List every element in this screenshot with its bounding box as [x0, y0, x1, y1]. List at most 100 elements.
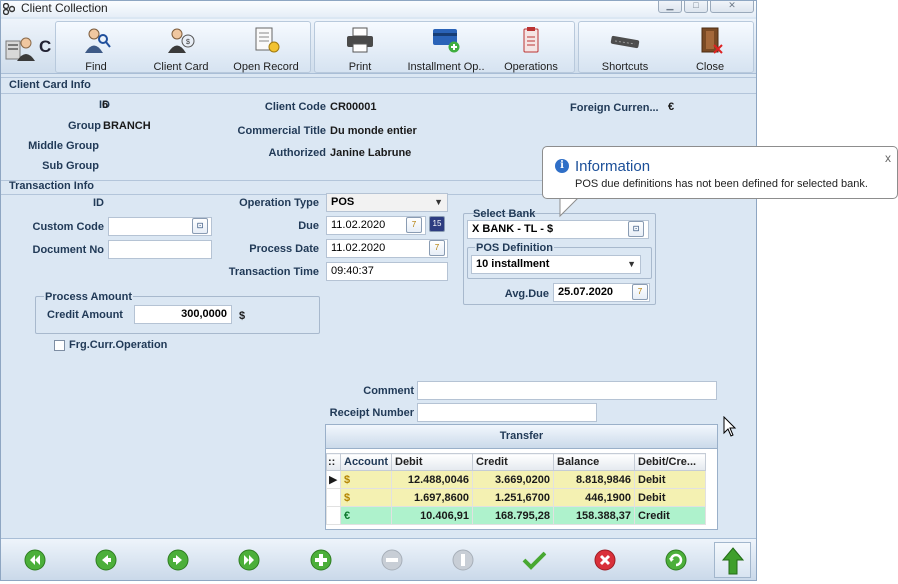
installment-operations-label: Installment Op..: [407, 61, 485, 73]
lookup-icon[interactable]: ⊡: [628, 221, 644, 237]
find-button[interactable]: Find: [56, 22, 136, 74]
account-cell: €: [340, 506, 392, 525]
comment-label: Comment: [363, 385, 414, 397]
credit-amount-currency: $: [239, 310, 246, 322]
comment-input[interactable]: [417, 381, 717, 400]
process-date-label: Process Date: [249, 243, 319, 255]
commercial-title-label: Commercial Title: [237, 125, 326, 137]
close-button[interactable]: Close: [670, 22, 750, 74]
edit-record-icon[interactable]: [452, 549, 474, 571]
shortcuts-button[interactable]: Shortcuts: [585, 22, 665, 74]
custom-code-label: Custom Code: [32, 221, 105, 233]
transaction-time-input[interactable]: 09:40:37: [326, 262, 448, 281]
client-collection-window: Client Collection ▁ □ ✕ C Find $ Client …: [0, 0, 757, 581]
tooltip-title: Information: [575, 158, 651, 175]
balance-cell: 158.388,37: [553, 506, 635, 525]
process-amount-title: Process Amount: [44, 291, 134, 303]
column-header-balance[interactable]: Balance: [553, 453, 635, 471]
group-value: BRANCH: [103, 120, 151, 132]
column-header-credit[interactable]: Credit: [472, 453, 554, 471]
calendar-icon[interactable]: 7: [632, 284, 648, 300]
save-checkmark-icon[interactable]: [522, 549, 548, 571]
maximize-button[interactable]: □: [684, 1, 708, 13]
balance-cell: 446,1900: [553, 488, 635, 507]
chevron-down-icon: ▼: [627, 259, 636, 269]
debit-cell: 1.697,8600: [391, 488, 473, 507]
column-header-debit[interactable]: Debit: [391, 453, 473, 471]
previous-record-icon[interactable]: [95, 549, 117, 571]
close-icon[interactable]: x: [885, 151, 891, 165]
debit-cell: 12.488,0046: [391, 470, 473, 489]
pos-definition-value: 10 installment: [476, 258, 550, 270]
toolbar-group-system: Shortcuts Close: [578, 21, 754, 73]
commercial-title-value: Du monde entier: [330, 125, 417, 137]
pos-definition-select[interactable]: 10 installment ▼: [471, 255, 641, 274]
client-id-value: 6: [102, 99, 109, 111]
next-record-icon[interactable]: [167, 549, 189, 571]
pos-definition-label: POS Definition: [475, 242, 554, 254]
client-code-value: CR00001: [330, 101, 377, 113]
find-label: Find: [85, 61, 107, 73]
print-label: Print: [348, 61, 372, 73]
transaction-id-label: ID: [93, 197, 104, 209]
calendar-schedule-icon[interactable]: 15: [429, 216, 445, 232]
column-header-debit-credit[interactable]: Debit/Cre...: [634, 453, 706, 471]
last-record-icon[interactable]: [238, 549, 260, 571]
calendar-icon[interactable]: 7: [406, 217, 422, 233]
column-header-account[interactable]: Account: [340, 453, 392, 471]
client-card-button[interactable]: $ Client Card: [141, 22, 221, 74]
tooltip-pointer: [559, 196, 583, 218]
client-collection-icon: [5, 37, 35, 61]
info-icon: i: [555, 159, 569, 173]
receipt-number-input[interactable]: [417, 403, 597, 422]
due-label: Due: [298, 220, 319, 232]
first-record-icon[interactable]: [24, 549, 46, 571]
open-record-button[interactable]: Open Record: [226, 22, 306, 74]
divider: [1, 77, 756, 78]
add-record-icon[interactable]: [310, 549, 332, 571]
foreign-currency-label: Foreign Curren...: [570, 102, 659, 114]
debit-cell: 10.406,91: [391, 506, 473, 525]
refresh-icon[interactable]: [665, 549, 687, 571]
up-arrow-icon: [722, 547, 744, 575]
credit-amount-label: Credit Amount: [47, 309, 123, 321]
chevron-down-icon: ▼: [434, 197, 443, 207]
authorized-label: Authorized: [268, 147, 326, 159]
installment-operations-button[interactable]: Installment Op..: [403, 22, 489, 74]
lookup-icon[interactable]: ⊡: [192, 218, 208, 234]
table-row[interactable]: ▶ $ 12.488,0046 3.669,0200 8.818,9846 De…: [326, 470, 706, 489]
open-record-icon: [255, 27, 280, 53]
operations-button[interactable]: Operations: [491, 22, 571, 74]
debit-credit-cell: Credit: [634, 506, 706, 525]
minimize-button[interactable]: ▁: [658, 1, 682, 13]
credit-cell: 168.795,28: [472, 506, 554, 525]
window-title: Client Collection: [21, 1, 108, 15]
credit-amount-input[interactable]: 300,0000: [134, 305, 232, 324]
document-no-input[interactable]: [108, 240, 212, 259]
transfer-button[interactable]: Transfer: [326, 425, 717, 449]
select-bank-label: Select Bank: [473, 208, 536, 220]
operation-type-select[interactable]: POS ▼: [326, 193, 448, 212]
print-button[interactable]: Print: [320, 22, 400, 74]
window-close-button[interactable]: ✕: [710, 1, 754, 13]
frg-curr-operation-checkbox[interactable]: [54, 340, 65, 351]
toolbar-group-record: Find $ Client Card Open Record: [55, 21, 311, 73]
printer-icon: [347, 27, 373, 53]
balance-table: :: Account Debit Credit Balance Debit/Cr…: [326, 453, 706, 525]
table-header-row: :: Account Debit Credit Balance Debit/Cr…: [326, 453, 706, 471]
transaction-time-label: Transaction Time: [228, 266, 319, 278]
toolbar-partial-label: C: [39, 37, 52, 56]
delete-record-icon[interactable]: [381, 549, 403, 571]
door-exit-icon: [701, 27, 723, 54]
exit-button[interactable]: [714, 542, 751, 578]
avg-due-label: Avg.Due: [504, 288, 549, 300]
calendar-icon[interactable]: 7: [429, 240, 445, 256]
toolbar: C Find $ Client Card Open Record Print I…: [1, 19, 756, 74]
table-row[interactable]: $ 1.697,8600 1.251,6700 446,1900 Debit: [326, 488, 706, 507]
table-row[interactable]: € 10.406,91 168.795,28 158.388,37 Credit: [326, 506, 706, 525]
cancel-icon[interactable]: [594, 549, 616, 571]
operation-type-value: POS: [331, 196, 355, 208]
middle-group-label: Middle Group: [28, 140, 99, 152]
select-bank-input[interactable]: X BANK - TL - $: [467, 220, 649, 239]
credit-card-add-icon: [433, 29, 460, 53]
